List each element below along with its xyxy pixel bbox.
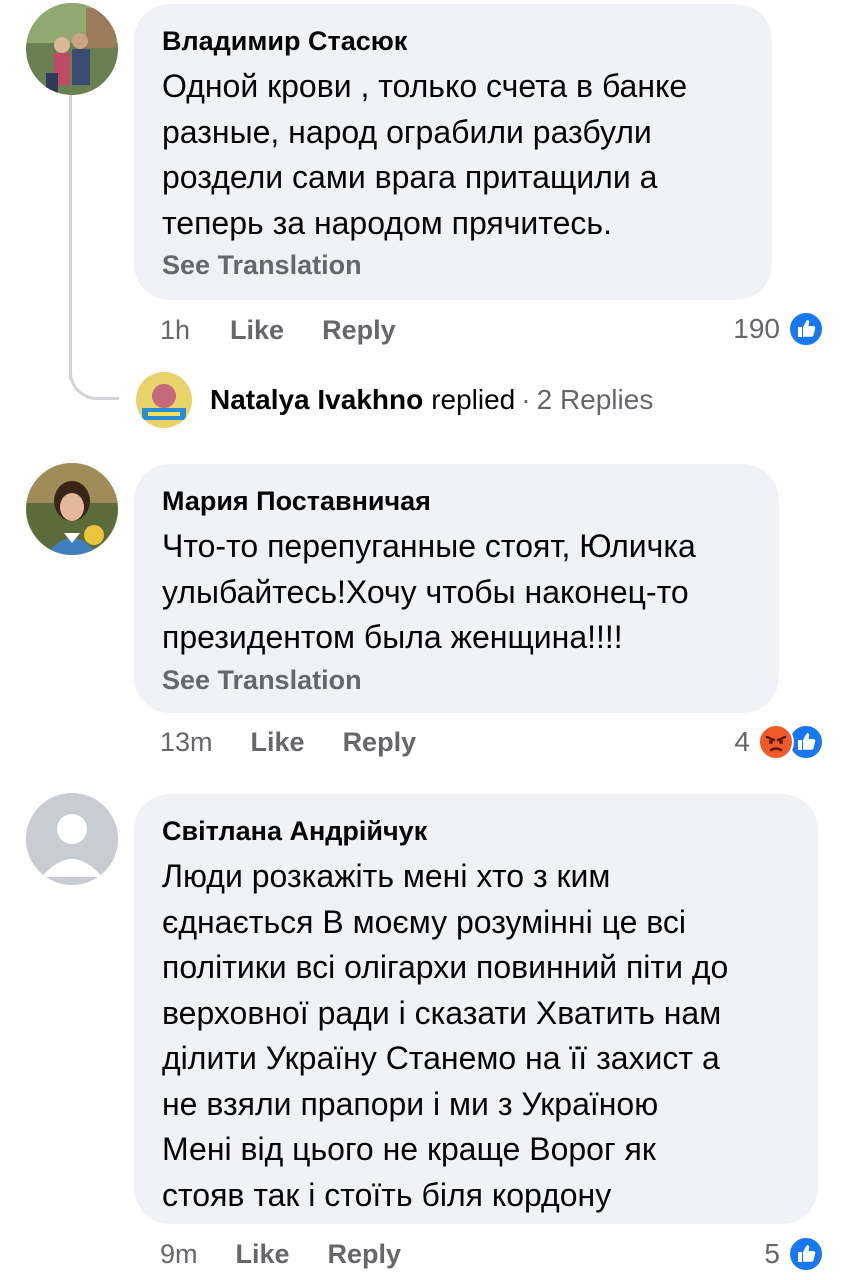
avatar-natalya <box>136 372 192 428</box>
comment-line: улыбайтесь!Хочу чтобы наконец-то <box>162 573 689 610</box>
angry-icon <box>758 724 794 760</box>
reaction-icons <box>758 724 824 760</box>
reply-author[interactable]: Natalya Ivakhno <box>210 384 423 416</box>
comment-line: політики всі олігархи повинний піти до <box>162 949 729 985</box>
comment-timestamp[interactable]: 1h <box>160 315 190 346</box>
reply-button[interactable]: Reply <box>328 1239 402 1270</box>
reaction-summary[interactable]: 4 <box>734 722 824 762</box>
reply-button[interactable]: Reply <box>343 727 417 758</box>
comment-line: Люди розкажіть мені хто з ким <box>162 858 611 894</box>
comment-line: роздели сами врага притащили а <box>162 159 658 195</box>
avatar-maria[interactable] <box>26 463 118 555</box>
comment-timestamp[interactable]: 13m <box>160 727 213 758</box>
avatar-default-svitlana[interactable] <box>26 793 118 885</box>
replies-count[interactable]: 2 Replies <box>537 384 654 416</box>
comment-line: разные, народ ограбили разбули <box>162 113 652 150</box>
comment-text: Одной крови , только счета в банке разны… <box>162 64 744 246</box>
comment-bubble[interactable]: Мария Поставничая Что-то перепуганные ст… <box>134 464 779 713</box>
like-icon <box>788 1236 824 1272</box>
reply-verb: replied <box>431 384 516 415</box>
reaction-count: 4 <box>734 726 750 757</box>
comment-line: президентом была женщина!!!! <box>162 619 623 655</box>
reply-button[interactable]: Reply <box>322 315 396 346</box>
comment-text: Люди розкажіть мені хто з ким єднається … <box>162 854 790 1218</box>
thread-connector <box>69 360 119 400</box>
comment-timestamp[interactable]: 9m <box>160 1239 198 1270</box>
thread-line <box>69 95 72 380</box>
comment-author[interactable]: Мария Поставничая <box>162 484 751 518</box>
reaction-summary[interactable]: 5 <box>764 1234 824 1274</box>
comment-author[interactable]: Владимир Стасюк <box>162 24 744 58</box>
view-replies-link[interactable]: Natalya Ivakhno replied · 2 Replies <box>136 372 653 428</box>
like-button[interactable]: Like <box>236 1239 290 1270</box>
comment-line: єднається В моєму розумінні це всі <box>162 903 686 940</box>
avatar-vladimir[interactable] <box>26 3 118 95</box>
comment-actions: 1h Like Reply <box>160 310 396 350</box>
comment-bubble[interactable]: Владимир Стасюк Одной крови , только сче… <box>134 4 772 300</box>
comment-text: Что-то перепуганные стоят, Юличка улыбай… <box>162 524 751 661</box>
see-translation-link[interactable]: See Translation <box>162 248 744 282</box>
like-icon <box>788 311 824 347</box>
reaction-count: 190 <box>733 313 780 344</box>
comment-line: верховної ради і сказати Хватить нам <box>162 994 722 1031</box>
comment-line: Что-то перепуганные стоят, Юличка <box>162 528 696 564</box>
comment-line: не взяли прапори і ми з Україною <box>162 1085 659 1122</box>
comment-author[interactable]: Світлана Андрійчук <box>162 814 790 848</box>
reaction-count: 5 <box>764 1238 780 1269</box>
see-translation-link[interactable]: See Translation <box>162 663 751 697</box>
comment-line: Одной крови , только счета в банке <box>162 68 688 104</box>
comment-line: теперь за народом прячитесь. <box>162 204 612 241</box>
comment-bubble[interactable]: Світлана Андрійчук Люди розкажіть мені х… <box>134 794 818 1224</box>
comment-line: стояв так і стоїть біля кордону <box>162 1176 612 1213</box>
reply-separator: · <box>521 384 531 415</box>
comment-line: Мені від цього не краще Ворог як <box>162 1131 656 1167</box>
comment-actions: 13m Like Reply <box>160 722 416 762</box>
reaction-summary[interactable]: 190 <box>733 309 824 349</box>
like-button[interactable]: Like <box>251 727 305 758</box>
like-button[interactable]: Like <box>230 315 284 346</box>
comment-actions: 9m Like Reply <box>160 1234 401 1274</box>
comment-line: ділити Україну Станемо на її захист а <box>162 1040 720 1076</box>
